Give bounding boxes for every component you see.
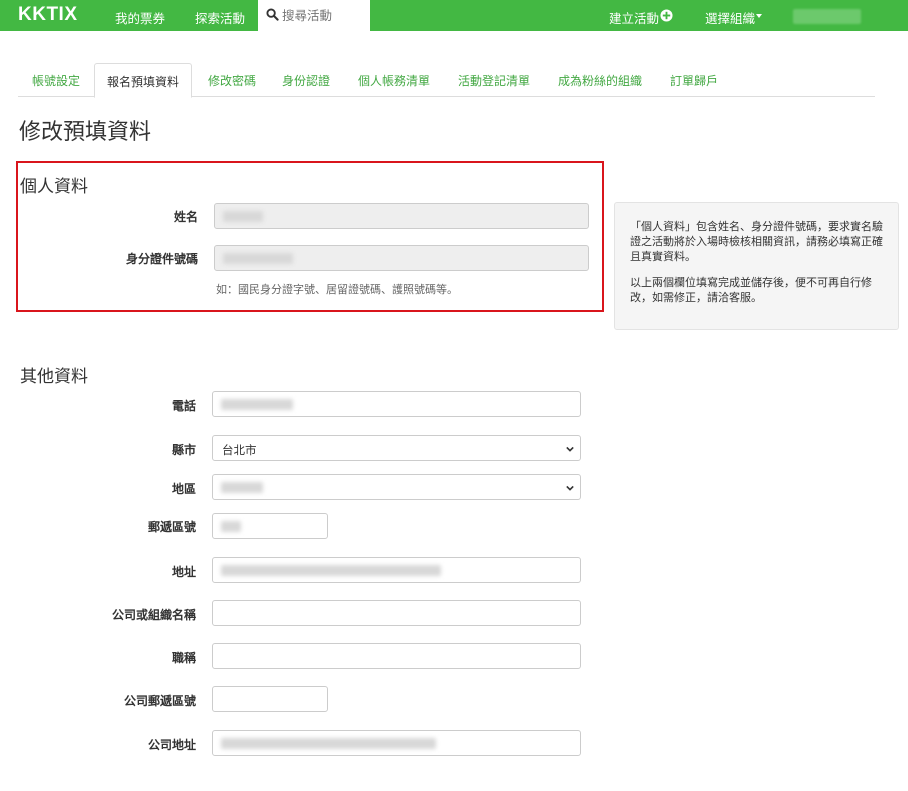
plus-circle-icon[interactable] — [660, 9, 673, 22]
name-label: 姓名 — [173, 210, 198, 224]
id-number-value — [223, 253, 293, 264]
name-field[interactable] — [214, 203, 589, 229]
address-field[interactable] — [212, 557, 581, 583]
info-paragraph-1: 「個人資料」包含姓名、身分證件號碼，要求實名驗證之活動將於入場時檢核相關資訊，請… — [630, 220, 883, 263]
address-label: 地址 — [171, 565, 196, 579]
company-zip-label: 公司郵遞區號 — [123, 694, 196, 708]
phone-label: 電話 — [171, 399, 196, 413]
top-navbar: KKTIX 我的票券 探索活動 建立活動 選擇組織 — [0, 0, 908, 31]
phone-field[interactable] — [212, 391, 581, 417]
tab-personal-billing[interactable]: 個人帳務清單 — [358, 63, 430, 97]
info-panel: 「個人資料」包含姓名、身分證件號碼，要求實名驗證之活動將於入場時檢核相關資訊，請… — [614, 202, 899, 330]
district-value — [221, 482, 263, 493]
company-label: 公司或組織名稱 — [111, 608, 196, 622]
zip-field[interactable] — [212, 513, 328, 539]
tab-fan-organizations[interactable]: 成為粉絲的組織 — [558, 63, 642, 97]
tab-event-registrations[interactable]: 活動登記清單 — [458, 63, 530, 97]
company-address-label: 公司地址 — [147, 738, 196, 752]
tab-change-password[interactable]: 修改密碼 — [208, 63, 256, 97]
company-address-field[interactable] — [212, 730, 581, 756]
company-address-value — [221, 738, 436, 749]
settings-tabs: 帳號設定 報名預填資料 修改密碼 身份認證 個人帳務清單 活動登記清單 成為粉絲… — [18, 63, 875, 98]
search-icon — [266, 8, 279, 21]
county-select[interactable]: 台北市 — [212, 435, 581, 461]
id-number-label: 身分證件號碼 — [125, 252, 198, 266]
search-input[interactable] — [282, 5, 366, 25]
job-title-field[interactable] — [212, 643, 581, 669]
company-field[interactable] — [212, 600, 581, 626]
info-paragraph-2: 以上兩個欄位填寫完成並儲存後，便不可再自行修改，如需修正，請洽客服。 — [630, 276, 872, 304]
personal-section-title: 個人資料 — [20, 177, 88, 197]
district-label: 地區 — [171, 482, 196, 496]
search-box — [258, 0, 370, 31]
user-menu[interactable] — [793, 9, 861, 24]
caret-down-icon[interactable] — [756, 14, 762, 18]
chevron-down-icon — [566, 446, 574, 452]
tab-prefill-data[interactable]: 報名預填資料 — [94, 63, 193, 98]
kktix-logo[interactable]: KKTIX — [18, 4, 78, 26]
explore-link[interactable]: 探索活動 — [195, 8, 245, 27]
create-event-link[interactable]: 建立活動 — [609, 8, 659, 27]
address-value — [221, 565, 441, 576]
select-org-dropdown[interactable]: 選擇組織 — [705, 8, 755, 27]
company-zip-field[interactable] — [212, 686, 328, 712]
zip-value — [221, 521, 241, 532]
county-selected-value: 台北市 — [222, 443, 257, 457]
id-number-field[interactable] — [214, 245, 589, 271]
county-label: 縣市 — [171, 443, 196, 457]
job-title-label: 職稱 — [171, 651, 196, 665]
my-tickets-link[interactable]: 我的票券 — [115, 8, 165, 27]
district-select[interactable] — [212, 474, 581, 500]
zip-label: 郵遞區號 — [147, 520, 196, 534]
chevron-down-icon — [566, 485, 574, 491]
id-number-help: 如：國民身分證字號、居留證號碼、護照號碼等。 — [216, 283, 458, 296]
tab-identity-verification[interactable]: 身份認證 — [282, 63, 330, 97]
name-value — [223, 211, 263, 222]
phone-value — [221, 399, 293, 410]
page-title: 修改預填資料 — [19, 120, 152, 145]
tab-order-claim[interactable]: 訂單歸戶 — [670, 63, 718, 97]
tab-account-settings[interactable]: 帳號設定 — [32, 63, 80, 97]
other-section-title: 其他資料 — [20, 367, 88, 387]
